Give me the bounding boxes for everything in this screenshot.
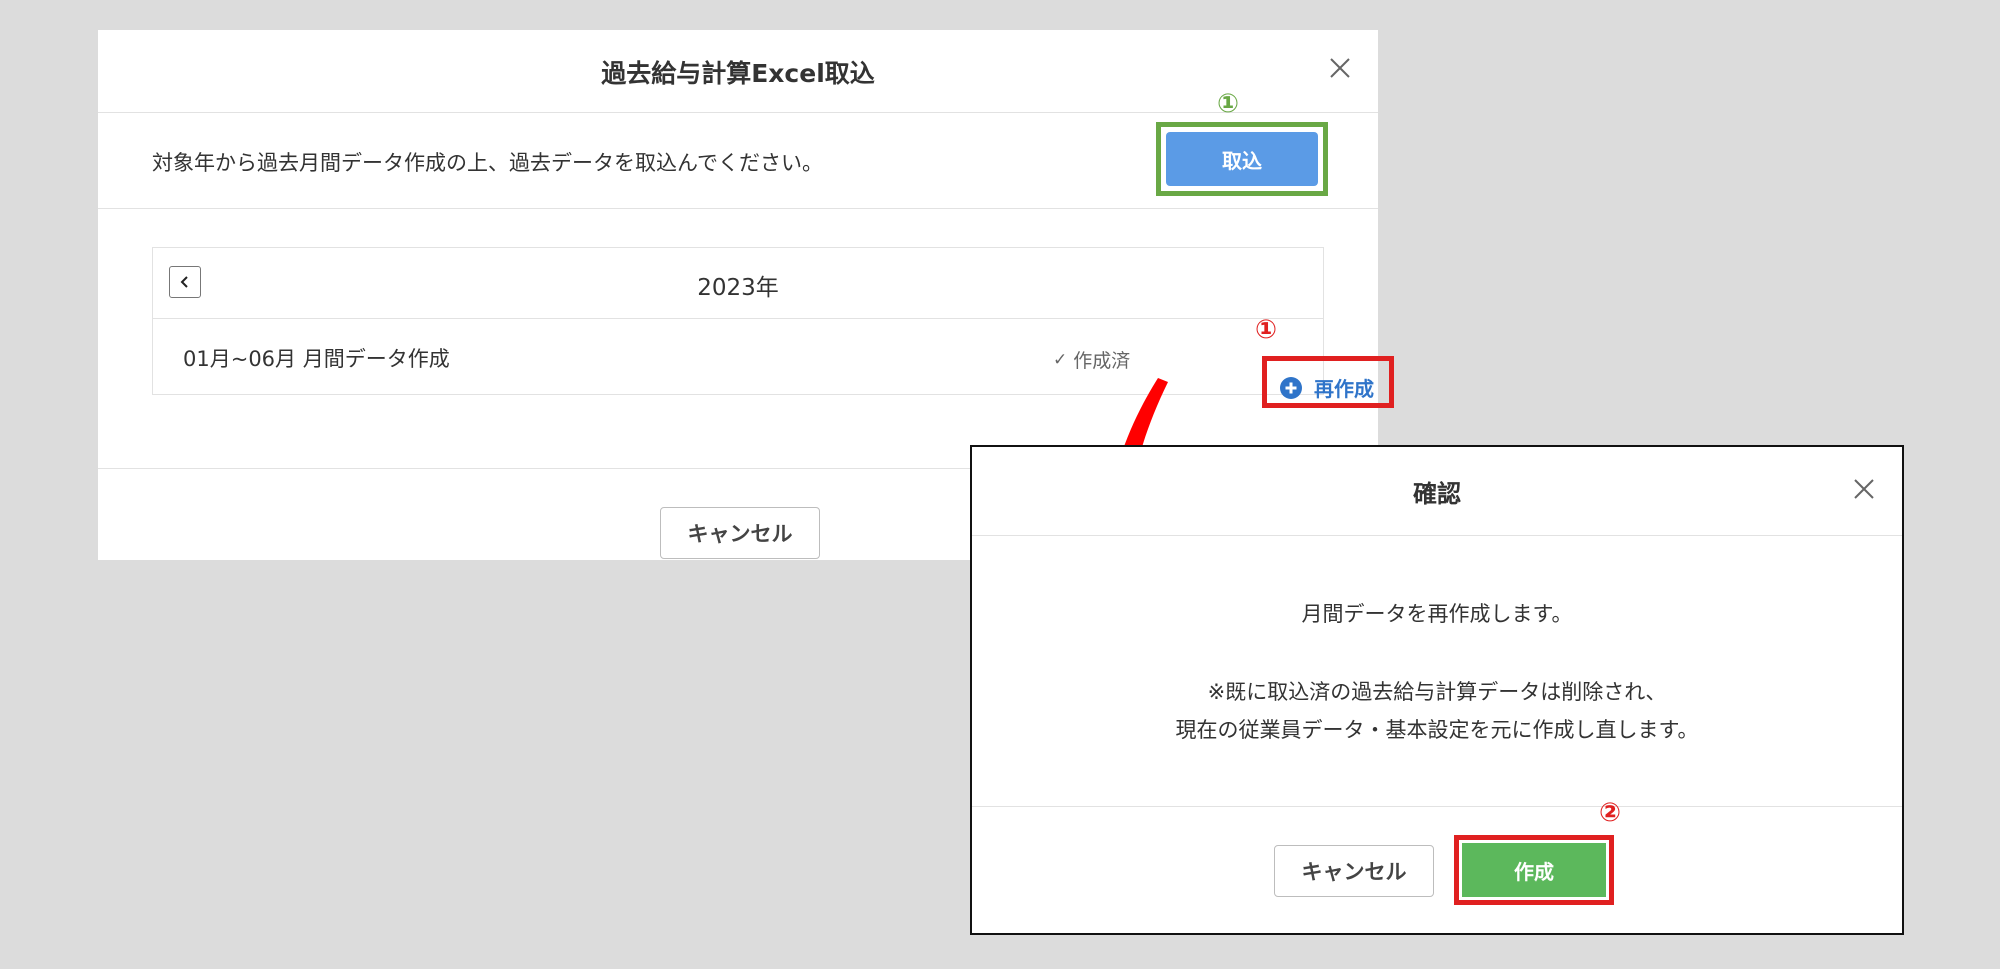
recreate-label: 再作成: [1314, 377, 1374, 401]
confirm-message: 月間データを再作成します。: [1301, 602, 1573, 626]
close-button[interactable]: [1320, 48, 1360, 88]
done-status: ✓ 作成済: [1053, 346, 1130, 373]
year-panel: 2023年 01月~06月 月間データ作成 ✓ 作成済: [152, 247, 1324, 395]
confirm-header: 確認: [972, 447, 1902, 536]
confirm-note-line1: ※既に取込済の過去給与計算データは削除され、: [1207, 680, 1667, 704]
step-marker-recreate: ①: [1254, 315, 1277, 345]
confirm-cancel-button[interactable]: キャンセル: [1274, 845, 1434, 897]
year-label: 2023年: [697, 275, 779, 301]
year-header: 2023年: [153, 248, 1323, 319]
check-icon: ✓: [1053, 349, 1068, 370]
plus-circle-icon: [1280, 376, 1302, 399]
confirm-body: 月間データを再作成します。 ※既に取込済の過去給与計算データは削除され、 現在の…: [972, 536, 1902, 807]
done-status-label: 作成済: [1073, 350, 1131, 372]
confirm-title: 確認: [1413, 480, 1461, 508]
cancel-button[interactable]: キャンセル: [660, 507, 820, 559]
dialog-description: 対象年から過去月間データ作成の上、過去データを取込んでください。: [152, 151, 823, 175]
confirm-footer: キャンセル 作成: [972, 807, 1902, 935]
create-button[interactable]: 作成: [1462, 843, 1606, 897]
confirm-close-button[interactable]: [1844, 469, 1884, 509]
recreate-button[interactable]: 再作成: [1280, 373, 1374, 402]
step-marker-create: ②: [1598, 798, 1621, 828]
step-marker-import: ①: [1216, 89, 1239, 119]
confirm-dialog: 確認 月間データを再作成します。 ※既に取込済の過去給与計算データは削除され、 …: [970, 445, 1904, 935]
import-button[interactable]: 取込: [1166, 132, 1318, 186]
dialog-header: 過去給与計算Excel取込: [98, 30, 1378, 113]
dialog-title: 過去給与計算Excel取込: [601, 59, 875, 88]
confirm-note-line2: 現在の従業員データ・基本設定を元に作成し直します。: [1175, 718, 1699, 742]
close-icon: [1854, 479, 1874, 499]
close-icon: [1330, 58, 1350, 78]
month-range-label: 01月~06月 月間データ作成: [183, 347, 450, 371]
month-data-row: 01月~06月 月間データ作成 ✓ 作成済: [153, 319, 1323, 395]
